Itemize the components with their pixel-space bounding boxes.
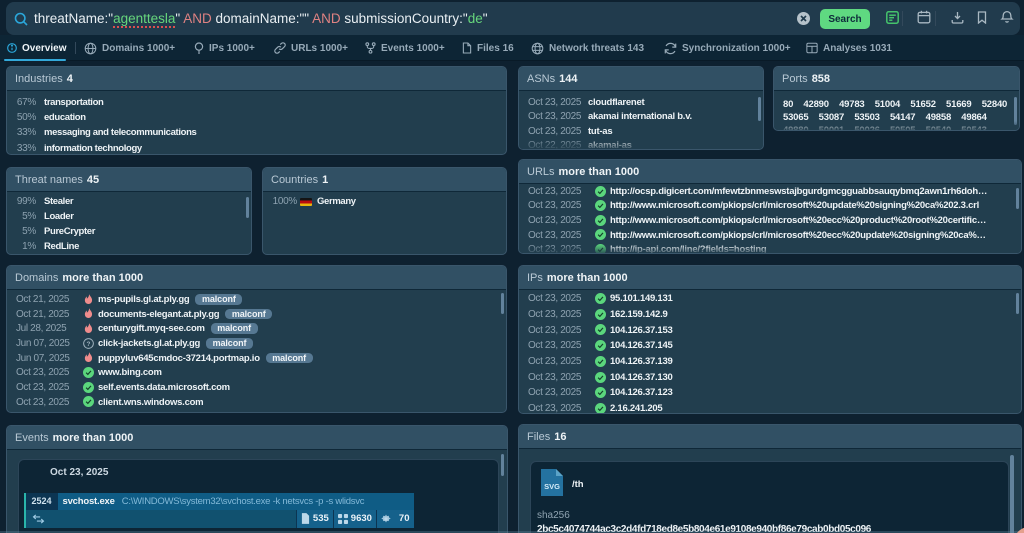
- svg-text:?: ?: [86, 341, 90, 348]
- svg-text:SVG: SVG: [544, 482, 560, 491]
